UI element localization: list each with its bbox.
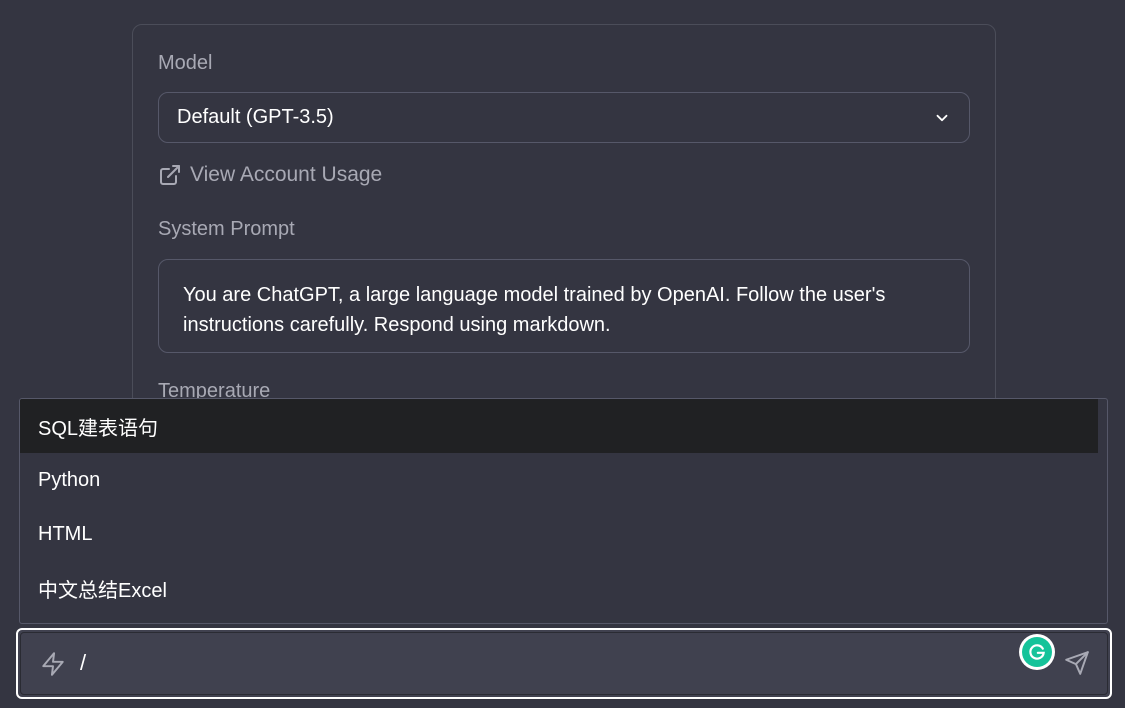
send-icon[interactable] — [1064, 650, 1090, 676]
chevron-down-icon — [936, 114, 948, 121]
prompt-suggestions-dropdown: SQL建表语句 Python HTML 中文总结Excel — [19, 398, 1108, 624]
grammarly-badge — [1022, 637, 1052, 667]
grammarly-icon[interactable] — [1019, 634, 1055, 670]
model-select[interactable]: Default (GPT-3.5) — [158, 92, 970, 143]
settings-panel: Model Default (GPT-3.5) View Account Usa… — [132, 24, 996, 446]
bolt-icon[interactable] — [40, 650, 66, 678]
dropdown-item-sql[interactable]: SQL建表语句 — [20, 399, 1098, 453]
chat-input-bar[interactable]: / — [16, 628, 1112, 699]
system-prompt-label: System Prompt — [158, 218, 295, 240]
model-select-value: Default (GPT-3.5) — [177, 106, 334, 128]
dropdown-item-python[interactable]: Python — [20, 453, 1098, 507]
chat-input[interactable]: / — [80, 650, 86, 676]
view-account-usage-link[interactable]: View Account Usage — [158, 163, 382, 187]
dropdown-item-html[interactable]: HTML — [20, 507, 1098, 561]
view-account-usage-label: View Account Usage — [190, 163, 383, 186]
dropdown-item-excel-summary[interactable]: 中文总结Excel — [20, 561, 1098, 615]
model-label: Model — [158, 52, 213, 74]
external-link-icon — [160, 165, 180, 185]
system-prompt-textarea[interactable]: You are ChatGPT, a large language model … — [158, 259, 970, 353]
